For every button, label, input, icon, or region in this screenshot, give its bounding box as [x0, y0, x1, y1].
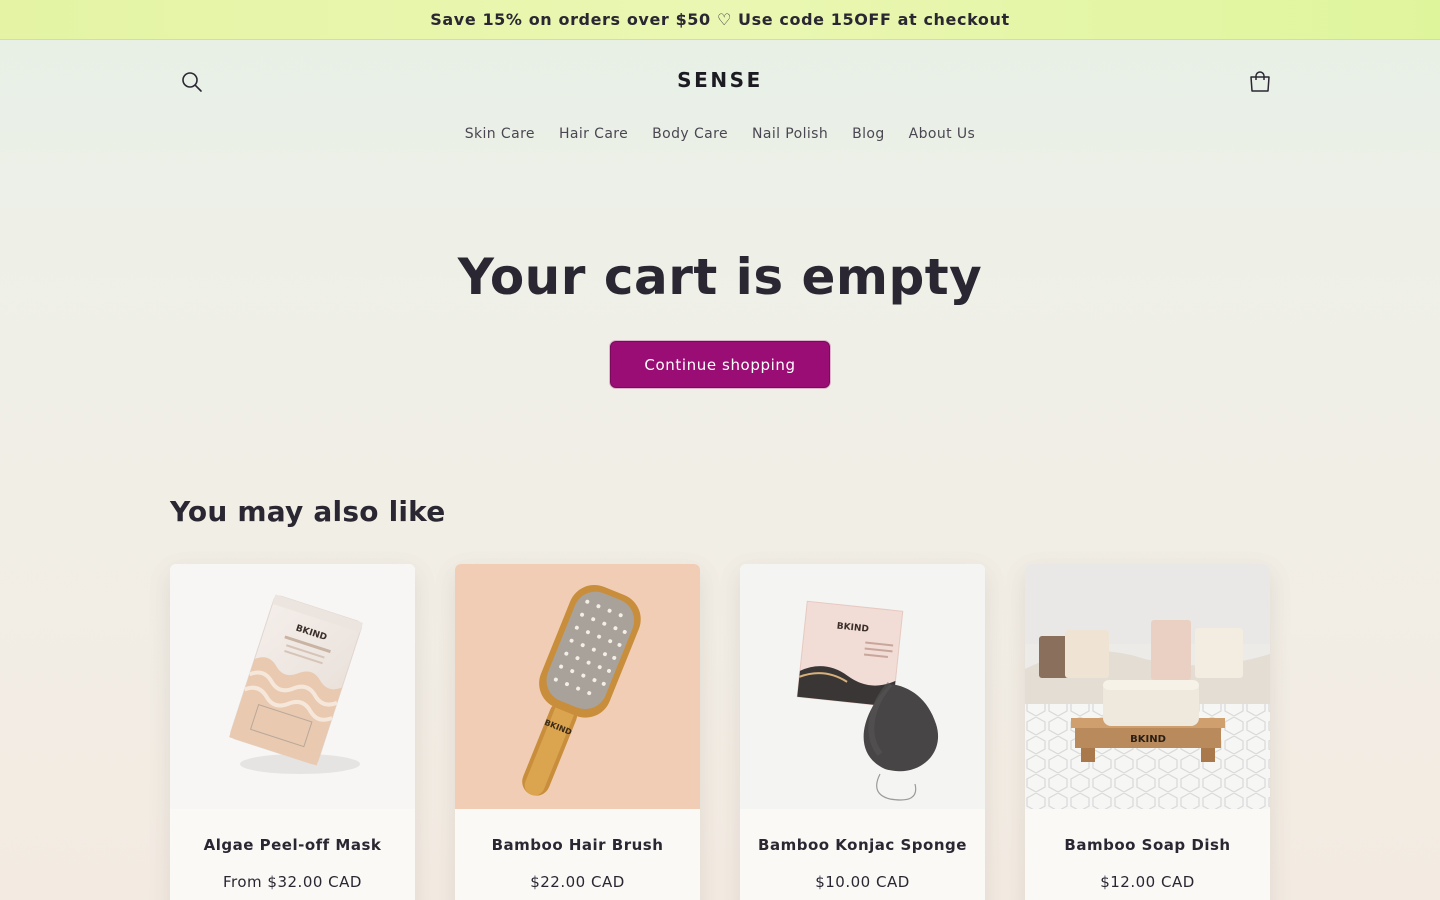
site-header: SENSE Skin Care Hair Care Body Care Nail… — [0, 40, 1440, 160]
continue-shopping-button[interactable]: Continue shopping — [610, 341, 830, 388]
recommendations-title: You may also like — [170, 495, 446, 528]
product-name[interactable]: Algae Peel-off Mask — [170, 836, 415, 854]
search-icon — [182, 72, 202, 92]
main-nav: Skin Care Hair Care Body Care Nail Polis… — [0, 126, 1440, 142]
search-button[interactable] — [172, 62, 212, 102]
product-card[interactable]: BKIND Algae Peel-off Mask From $32.00 CA… — [170, 564, 415, 900]
product-price: $10.00 CAD — [815, 873, 910, 891]
product-name[interactable]: Bamboo Konjac Sponge — [740, 836, 985, 854]
site-logo[interactable]: SENSE — [620, 68, 820, 92]
svg-text:BKIND: BKIND — [1130, 734, 1166, 745]
nav-item-hair-care[interactable]: Hair Care — [559, 126, 628, 142]
product-image: BKIND — [740, 564, 985, 809]
nav-item-about-us[interactable]: About Us — [909, 126, 976, 142]
konjac-sponge-image: BKIND — [796, 600, 939, 801]
cart-button[interactable] — [1240, 62, 1280, 102]
product-name[interactable]: Bamboo Soap Dish — [1025, 836, 1270, 854]
nav-item-nail-polish[interactable]: Nail Polish — [752, 126, 828, 142]
product-price: From $32.00 CAD — [223, 873, 362, 891]
nav-item-blog[interactable]: Blog — [852, 126, 885, 142]
product-card[interactable]: BKIND Bamboo Hair Brush $22.00 CAD — [455, 564, 700, 900]
cart-icon — [1250, 71, 1270, 92]
announcement-bar: Save 15% on orders over $50 ♡ Use code 1… — [0, 0, 1440, 40]
announcement-text: Save 15% on orders over $50 ♡ Use code 1… — [430, 10, 1010, 29]
nav-item-body-care[interactable]: Body Care — [652, 126, 728, 142]
product-card[interactable]: BKIND Bamboo Soap Dish $12.00 CAD — [1025, 564, 1270, 900]
soap-dish-image: BKIND — [1025, 620, 1270, 809]
peel-off-mask-image: BKIND — [229, 594, 363, 774]
product-price: $22.00 CAD — [530, 873, 625, 891]
product-grid: BKIND Algae Peel-off Mask From $32.00 CA… — [170, 564, 1270, 900]
hair-brush-image: BKIND — [522, 585, 641, 796]
product-card[interactable]: BKIND Bamboo Konjac Sponge $10.00 CAD — [740, 564, 985, 900]
product-image: BKIND — [1025, 564, 1270, 809]
empty-cart-title: Your cart is empty — [457, 248, 983, 306]
product-name[interactable]: Bamboo Hair Brush — [455, 836, 700, 854]
product-price: $12.00 CAD — [1100, 873, 1195, 891]
product-image: BKIND — [455, 564, 700, 809]
nav-item-skin-care[interactable]: Skin Care — [465, 126, 535, 142]
product-image: BKIND — [170, 564, 415, 809]
